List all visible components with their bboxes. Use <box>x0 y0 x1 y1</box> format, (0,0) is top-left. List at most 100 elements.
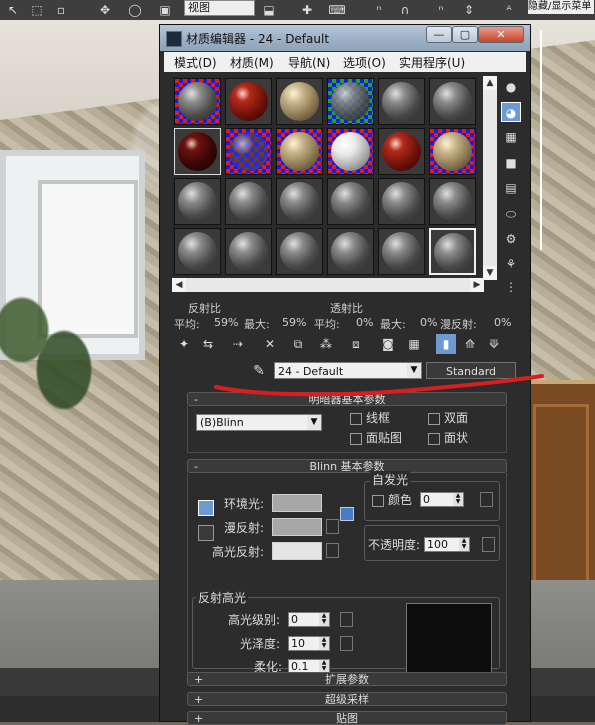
glossiness-spinner[interactable]: 10 ▲ ▼ <box>288 636 330 651</box>
pivot-icon[interactable]: ⬓ <box>260 2 278 18</box>
minimize-button[interactable]: — <box>426 26 452 43</box>
specular-level-spinner[interactable]: 0 ▲ ▼ <box>288 612 330 627</box>
sample-slot-selected[interactable] <box>429 228 476 275</box>
lock-diffuse-specular-icon[interactable] <box>198 525 214 541</box>
sample-slot[interactable] <box>225 128 272 175</box>
sample-slot[interactable] <box>327 178 374 225</box>
sample-slot[interactable] <box>378 128 425 175</box>
go-forward-to-sibling-icon[interactable]: ⟱ <box>484 334 504 354</box>
keyboard-shortcut-icon[interactable]: ⌨ <box>328 2 346 18</box>
self-illum-color-checkbox[interactable] <box>372 495 384 507</box>
sample-slot[interactable] <box>174 78 221 125</box>
material-id-channel-icon[interactable]: ◙ <box>378 334 398 354</box>
menu-options[interactable]: 选项(O) <box>343 54 386 71</box>
region-select-icon[interactable]: ⬚ <box>28 2 46 18</box>
opacity-spinner[interactable]: 100 ▲ ▼ <box>424 537 470 552</box>
title-bar[interactable]: 材质编辑器 - 24 - Default — ▢ ✕ <box>160 25 530 51</box>
window-crossing-icon[interactable]: ▫ <box>52 2 70 18</box>
sample-slot[interactable] <box>429 128 476 175</box>
angle-snap-icon[interactable]: ∩ <box>396 2 414 18</box>
sample-slot[interactable] <box>327 78 374 125</box>
self-illum-map-button[interactable] <box>480 492 493 507</box>
percent-snap-icon[interactable]: ⁿ <box>432 2 450 18</box>
sample-slot[interactable] <box>327 228 374 275</box>
make-unique-icon[interactable]: ⁂ <box>316 334 336 354</box>
sample-type-icon[interactable]: ● <box>501 77 521 97</box>
diffuse-color-swatch[interactable] <box>272 518 322 536</box>
sample-slot[interactable] <box>378 178 425 225</box>
sample-slot[interactable] <box>429 178 476 225</box>
spinner-arrows-icon[interactable]: ▲ ▼ <box>319 613 329 626</box>
copy-material-icon[interactable]: ⧉ <box>288 334 308 354</box>
faceted-checkbox[interactable] <box>428 433 440 445</box>
face-map-checkbox[interactable] <box>350 433 362 445</box>
chevron-down-icon[interactable]: ▼ <box>307 415 321 430</box>
move-icon[interactable]: ✥ <box>96 2 114 18</box>
put-to-scene-icon[interactable]: ⇆ <box>198 334 218 354</box>
scroll-right-icon[interactable]: ▶ <box>470 278 484 292</box>
reference-coord-select[interactable]: 视图 <box>184 0 255 16</box>
scale-icon[interactable]: ▣ <box>156 2 174 18</box>
menu-navigation[interactable]: 导航(N) <box>288 54 330 71</box>
menu-material[interactable]: 材质(M) <box>230 54 274 71</box>
sample-slot[interactable] <box>327 128 374 175</box>
sample-slot[interactable] <box>276 228 323 275</box>
maps-header[interactable]: + 贴图 <box>187 711 507 725</box>
sample-slot[interactable] <box>378 228 425 275</box>
extended-params-header[interactable]: + 扩展参数 <box>187 672 507 686</box>
specular-level-map-button[interactable] <box>340 612 353 627</box>
slots-horizontal-scrollbar[interactable]: ◀ ▶ <box>172 278 484 292</box>
sample-slot[interactable] <box>276 78 323 125</box>
video-color-check-icon[interactable]: ▤ <box>501 178 521 198</box>
abc-edit-icon[interactable]: ᴬ <box>500 2 518 18</box>
ambient-color-swatch[interactable] <box>272 494 322 512</box>
specular-map-button[interactable] <box>326 543 339 558</box>
sample-slot[interactable] <box>225 228 272 275</box>
glossiness-map-button[interactable] <box>340 636 353 651</box>
shader-type-select[interactable]: (B)Blinn ▼ <box>196 414 322 431</box>
assign-to-selection-icon[interactable]: ⇢ <box>228 334 248 354</box>
wire-checkbox[interactable] <box>350 413 362 425</box>
self-illum-value-spinner[interactable]: 0 ▲ ▼ <box>420 492 464 507</box>
reset-map-icon[interactable]: ✕ <box>260 334 280 354</box>
select-manipulate-icon[interactable]: ✚ <box>298 2 316 18</box>
select-arrow-icon[interactable]: ↖ <box>4 2 22 18</box>
named-selection-set[interactable]: 隐藏/显示菜单 <box>528 0 594 14</box>
select-by-material-icon[interactable]: ⚘ <box>501 254 521 274</box>
scroll-down-icon[interactable]: ▼ <box>483 266 497 280</box>
spinner-arrows-icon[interactable]: ▲ ▼ <box>453 493 463 506</box>
show-end-result-icon[interactable]: ▮ <box>436 334 456 354</box>
spinner-arrows-icon[interactable]: ▲ ▼ <box>319 637 329 650</box>
diffuse-map-button[interactable] <box>326 519 339 534</box>
sample-uv-tiling-icon[interactable]: ■ <box>501 153 521 173</box>
sample-slot[interactable] <box>174 128 221 175</box>
blinn-basic-params-header[interactable]: - Blinn 基本参数 <box>187 459 507 473</box>
snap-toggle-icon[interactable]: ⁿ <box>370 2 388 18</box>
background-checker-icon[interactable]: ▦ <box>501 127 521 147</box>
scroll-left-icon[interactable]: ◀ <box>172 278 186 292</box>
maximize-button[interactable]: ▢ <box>452 26 478 43</box>
sample-slot[interactable] <box>276 128 323 175</box>
specular-color-swatch[interactable] <box>272 542 322 560</box>
material-map-navigator-icon[interactable]: ⋮ <box>501 277 521 297</box>
two-sided-checkbox[interactable] <box>428 413 440 425</box>
spinner-snap-icon[interactable]: ⇕ <box>460 2 478 18</box>
go-to-parent-icon[interactable]: ⟰ <box>460 334 480 354</box>
scroll-up-icon[interactable]: ▲ <box>483 76 497 90</box>
sample-slot[interactable] <box>276 178 323 225</box>
sample-slot[interactable] <box>225 178 272 225</box>
backlight-icon[interactable]: ◕ <box>501 102 521 122</box>
get-material-icon[interactable]: ✦ <box>174 334 194 354</box>
sample-slot[interactable] <box>174 178 221 225</box>
sample-slot[interactable] <box>378 78 425 125</box>
put-to-library-icon[interactable]: ⧈ <box>346 334 366 354</box>
sample-slot[interactable] <box>429 78 476 125</box>
options-icon[interactable]: ⚙ <box>501 229 521 249</box>
sample-slot[interactable] <box>174 228 221 275</box>
show-map-in-viewport-icon[interactable]: ▦ <box>404 334 424 354</box>
lock-icon[interactable] <box>340 507 354 521</box>
opacity-map-button[interactable] <box>482 537 495 552</box>
rotate-icon[interactable]: ◯ <box>126 2 144 18</box>
menu-utilities[interactable]: 实用程序(U) <box>399 54 465 71</box>
lock-ambient-diffuse-icon[interactable] <box>198 500 214 516</box>
